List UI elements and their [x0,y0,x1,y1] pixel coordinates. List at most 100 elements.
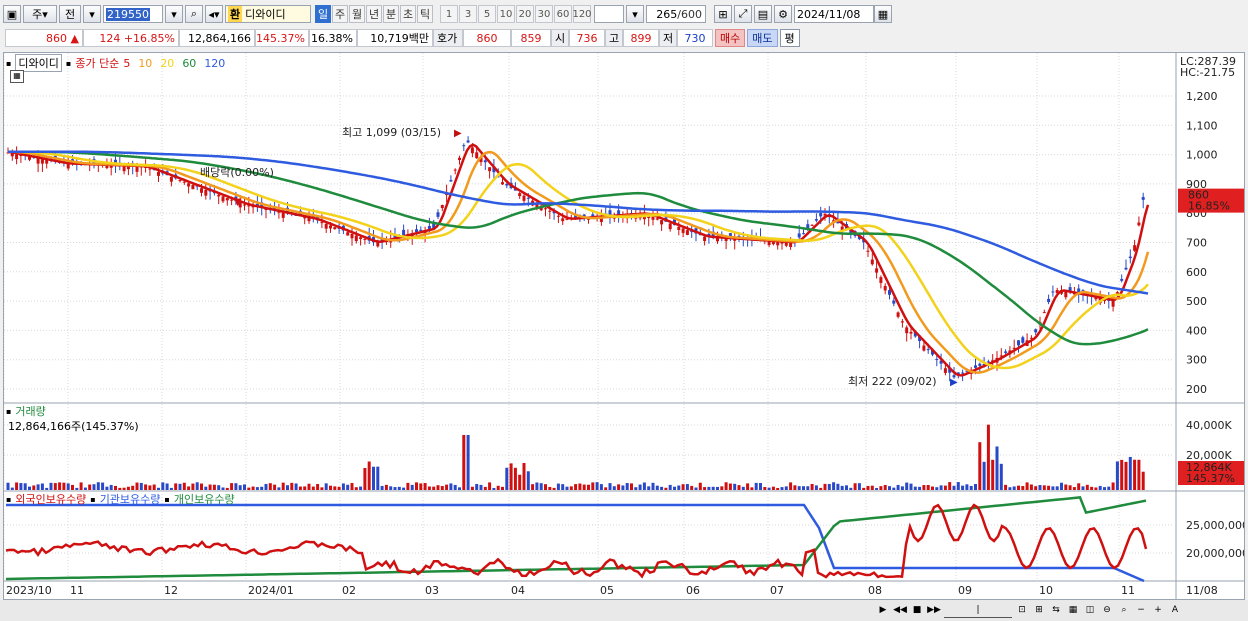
plus-icon[interactable]: + [1151,603,1165,617]
volume-bar [316,484,320,490]
stock-chart[interactable]: 2023/10 11 12 2024/01 02 03 04 05 06 07 08 09 10 11 11… [4,53,1244,599]
candle-body [1042,312,1046,314]
compare-icon[interactable]: ⇆ [1049,603,1063,617]
search-icon[interactable]: ⌕ [185,5,203,23]
chart-area[interactable]: 2023/10 11 12 2024/01 02 03 04 05 06 07 08 09 10 11 11… [3,52,1245,600]
candle-body [978,363,982,366]
candle-body [187,183,191,187]
volume-bar [793,485,797,490]
minus-icon[interactable]: − [1134,603,1148,617]
panel-menu-icon-2[interactable]: ▪ [66,59,71,68]
volume-bar [814,485,818,490]
volume-bar [526,471,530,490]
candle-body [217,194,221,197]
ma-legend-20[interactable]: 20 [160,57,174,70]
volume-bar [363,467,367,490]
tick-button-10[interactable]: 10 [497,5,515,23]
panel-menu-icon-3[interactable]: ▪ [6,407,11,416]
speaker-icon[interactable]: ◂▾ [205,5,223,23]
interval-input[interactable] [594,5,624,23]
zoom-fit-icon[interactable]: ⊡ [1015,603,1029,617]
prev-button[interactable]: 전 [59,5,81,23]
volume-bar [122,487,126,490]
holdings-legend-1[interactable]: 기관보유수량 [100,491,161,507]
volume-bar [169,487,173,490]
volume-bar [986,424,990,490]
zoom-out-icon[interactable]: ⊖ [1100,603,1114,617]
volume-bar [1042,485,1046,490]
tick-button-1[interactable]: 1 [440,5,458,23]
date-input[interactable]: 2024/11/08 [794,5,874,23]
holdings-menu-icon-2[interactable]: ▪ [164,495,169,504]
period-tab-4[interactable]: 분 [383,5,399,23]
period-tab-0[interactable]: 일 [315,5,331,23]
gear-icon[interactable]: ⚙ [774,5,792,23]
stock-name-field[interactable]: 환 디와이디 [225,5,311,23]
period-tab-3[interactable]: 년 [366,5,382,23]
holdings-menu-icon-1[interactable]: ▪ [90,495,95,504]
rewind-icon[interactable]: ◀◀ [893,603,907,617]
volume-bar [380,485,384,490]
calendar-icon[interactable]: ▦ [874,5,892,23]
tick-button-60[interactable]: 60 [554,5,572,23]
ma-legend-60[interactable]: 60 [182,57,196,70]
holdings-menu-icon-0[interactable]: ▪ [6,495,11,504]
period-tab-2[interactable]: 월 [349,5,365,23]
market-select[interactable]: 주 ▾ [23,5,57,23]
calculator-icon[interactable]: ▦ [10,70,24,83]
volume-bar [836,483,840,490]
holdings-legend-2[interactable]: 개인보유수량 [174,491,235,507]
candle-body [1128,256,1132,259]
candle-body [810,224,814,226]
zoom-search-icon[interactable]: ⌕ [1117,603,1131,617]
tick-button-120[interactable]: 120 [572,5,592,23]
volume-bar [965,484,969,490]
ma-legend-10[interactable]: 10 [138,57,152,70]
ma-legend-120[interactable]: 120 [204,57,225,70]
stop-icon[interactable]: ■ [910,603,924,617]
panel-menu-icon[interactable]: ▪ [6,59,11,68]
tool-icon[interactable]: ⤢ [734,5,752,23]
count-field[interactable]: 265/600 [646,5,706,23]
font-size-icon[interactable]: A [1168,603,1182,617]
period-tab-6[interactable]: 틱 [417,5,433,23]
volume-bar [569,486,573,490]
stock-code-input[interactable]: 219550 [103,5,163,23]
period-tab-5[interactable]: 초 [400,5,416,23]
low-annotation: 최저 222 (09/02) [848,375,937,388]
period-tab-1[interactable]: 주 [332,5,348,23]
sell-button[interactable]: 매도 [747,29,778,47]
volume-bar [148,485,152,490]
volume-bar [114,485,117,490]
interval-dropdown-icon[interactable]: ▾ [626,5,644,23]
volume-bar [767,487,771,490]
buy-button[interactable]: 매수 [715,29,746,47]
candle-body [230,199,234,201]
dropdown-icon[interactable]: ▾ [165,5,183,23]
candle-body [1064,291,1068,298]
tick-button-30[interactable]: 30 [535,5,553,23]
average-button[interactable]: 평 [779,29,800,47]
volume-bar [290,482,294,490]
candle-body [1017,340,1020,346]
chart-settings-icon[interactable]: ⊞ [714,5,732,23]
tick-button-5[interactable]: 5 [478,5,496,23]
volume-bar [1072,487,1076,490]
candle-body [200,188,203,193]
camera-icon[interactable]: ◫ [1083,603,1097,617]
volume-axis-label-0: 40,000K [1186,419,1232,432]
ma-legend-5[interactable]: 5 [123,57,130,70]
volume-bar [513,467,517,490]
play-icon[interactable]: ▶ [876,603,890,617]
chevron-down-icon[interactable]: ▾ [83,5,101,23]
volume-bar [105,486,109,490]
tick-button-3[interactable]: 3 [459,5,477,23]
zoom-range-icon[interactable]: ⊞ [1032,603,1046,617]
holdings-legend-0[interactable]: 외국인보유수량 [15,491,86,507]
window-icon[interactable]: ▣ [3,5,21,23]
tick-button-20[interactable]: 20 [516,5,534,23]
scroll-slider-track[interactable]: | [944,603,1012,618]
grid-icon[interactable]: ▦ [1066,603,1080,617]
save-icon[interactable]: ▤ [754,5,772,23]
forward-icon[interactable]: ▶▶ [927,603,941,617]
